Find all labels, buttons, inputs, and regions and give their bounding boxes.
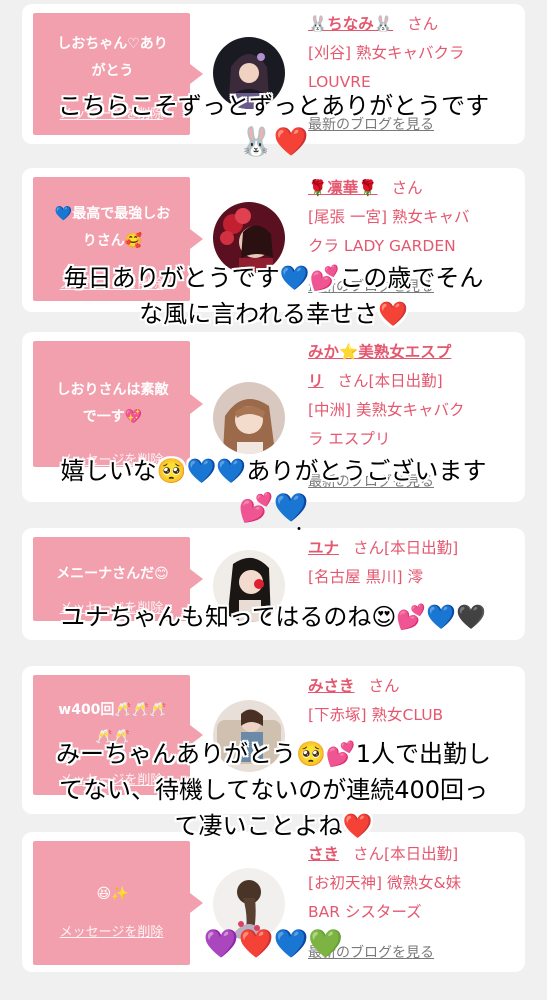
shop-info: [刈谷] 熟女キャバクラ	[308, 44, 465, 62]
status-badge: [本日出勤]	[368, 372, 443, 390]
cast-name-link[interactable]: みか⭐美熟女エスプ	[308, 343, 451, 361]
status-badge: [本日出勤]	[384, 539, 459, 557]
cast-info: ユナ さん[本日出勤] [名古屋 黒川] 澪	[308, 534, 518, 592]
reply-text: ユナちゃんも知ってはるのね😍💕💙🖤	[61, 603, 486, 631]
message-text: しおちゃん♡あり がとう	[57, 36, 168, 79]
cast-info: みさき さん [下赤塚] 熟女CLUB	[308, 672, 518, 730]
message-bubble: しおりさんは素敵 で一す💖 メッセージを削除	[33, 341, 203, 468]
shop-name: ラ エスプリ	[308, 430, 391, 448]
cast-name-link[interactable]: さき	[308, 845, 339, 863]
message-text: メニーナさんだ😊	[56, 566, 169, 582]
message-text: 😆✨	[96, 886, 129, 902]
dot-mark: ・	[292, 522, 306, 538]
cast-info: 🌹凛華🌹 さん [尾張 一宮] 熟女キャバ クラ LADY GARDEN	[308, 174, 518, 261]
shop-name: クラ LADY GARDEN	[308, 237, 456, 255]
reply-text: 嬉しいな🥺💙💙ありがとうございます	[60, 457, 487, 485]
cast-name-link[interactable]: 🌹凛華🌹	[308, 179, 378, 197]
shop-info: [尾張 一宮] 熟女キャバ	[308, 208, 470, 226]
shop-info: [お初天神] 微熟女&妹	[308, 874, 462, 892]
message-text: しおりさんは素敵 で一す💖	[56, 382, 169, 425]
avatar[interactable]	[213, 382, 285, 454]
status-badge: [本日出勤]	[384, 845, 459, 863]
message-text: 💙最高で最強しお りさん🥰	[54, 206, 171, 249]
cast-name-link[interactable]: 🐰ちなみ🐰	[308, 15, 393, 33]
shop-info: [下赤塚] 熟女CLUB	[308, 706, 444, 724]
reply-emoji: 🐰❤️	[238, 125, 309, 158]
cast-name-link[interactable]: ユナ	[308, 539, 339, 557]
cast-info: みか⭐美熟女エスプ リさん[本日出勤] [中洲] 美熟女キャバク ラ エスプリ	[308, 338, 518, 454]
reply-emoji: 💕💙	[238, 491, 309, 524]
shop-info: [中洲] 美熟女キャバク	[308, 401, 465, 419]
reply-text: みーちゃんありがとう🥺💕1人で出勤し てない、待機してないのが連続400回っ て…	[55, 740, 492, 840]
cast-name-link[interactable]: みさき	[308, 677, 355, 695]
cast-info: 🐰ちなみ🐰 さん [刈谷] 熟女キャバクラ LOUVRE	[308, 10, 518, 97]
reply-emoji: 💜❤️💙💚	[203, 927, 344, 960]
shop-info: [名古屋 黒川] 澪	[308, 568, 423, 586]
cast-info: さき さん[本日出勤] [お初天神] 微熟女&妹 BAR シスターズ	[308, 840, 518, 927]
shop-name: BAR シスターズ	[308, 903, 422, 921]
reply-text: こちらこそずっとずっとありがとうです	[57, 92, 490, 120]
reply-text: 毎日ありがとうです💙💕この歳でそん な風に言われる幸せさ❤️	[63, 264, 484, 328]
